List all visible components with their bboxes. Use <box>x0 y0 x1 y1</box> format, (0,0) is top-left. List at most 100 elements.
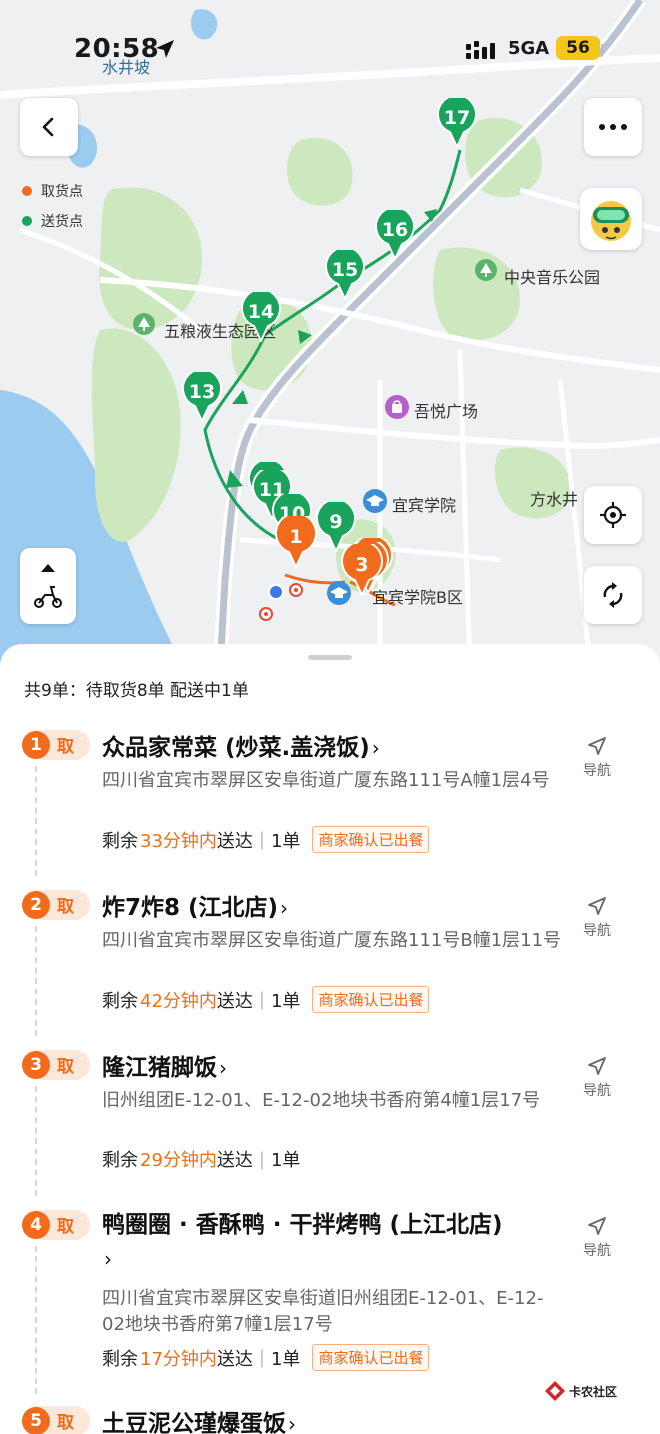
scooter-icon <box>34 586 62 608</box>
order-number: 4 <box>22 1211 50 1239</box>
map-pin-17[interactable]: 17 <box>437 98 477 148</box>
order-list-sheet: 共9单：待取货8单 配送中1单 1 取 众品家常菜 (炒菜.盖浇饭) › 四川省宜… <box>0 644 660 1434</box>
more-button[interactable] <box>584 98 642 156</box>
order-pickup-tag: 取 <box>57 1057 74 1077</box>
map-pin-13[interactable]: 13 <box>182 372 222 422</box>
remaining-time: 29分钟内 <box>140 1150 217 1171</box>
caret-up-icon <box>41 564 55 572</box>
order-count: 1单 <box>270 990 301 1012</box>
order-pickup-tag: 取 <box>57 737 74 757</box>
deliver-label: 送达 <box>216 830 253 852</box>
signal-icon <box>466 41 495 59</box>
navigate-button[interactable]: 导航 <box>578 1056 616 1100</box>
navigate-button[interactable]: 导航 <box>578 736 616 780</box>
order-badge: 3 取 <box>22 1050 90 1080</box>
map-pin-label: 14 <box>248 301 274 323</box>
map-pin-16[interactable]: 16 <box>375 210 415 260</box>
map-pin-label: 16 <box>382 219 408 241</box>
shopping-icon <box>385 395 409 419</box>
school-icon <box>363 489 387 513</box>
navigate-label: 导航 <box>583 1243 611 1259</box>
navigate-button[interactable]: 导航 <box>578 1216 616 1260</box>
meta-separator: | <box>258 1148 265 1170</box>
deliver-label: 送达 <box>216 1150 253 1171</box>
store-name-link[interactable]: 鸭圈圈 · 香酥鸭 · 干拌烤鸭 (上江北店) › <box>102 1208 562 1276</box>
order-count: 1单 <box>270 1150 301 1171</box>
legend-delivery-label: 送货点 <box>41 214 83 230</box>
chevron-right-icon: › <box>104 1247 112 1271</box>
locate-me-button[interactable] <box>584 486 642 544</box>
order-meta: 剩余 29分钟内 送达 | 1单 <box>102 1146 300 1172</box>
back-button[interactable] <box>20 98 78 156</box>
map-pin-label: 9 <box>329 511 342 533</box>
sheet-drag-handle[interactable] <box>308 655 352 660</box>
navigate-button[interactable]: 导航 <box>578 896 616 940</box>
order-number: 1 <box>22 731 50 759</box>
refresh-icon <box>603 582 623 608</box>
map-label-ybu: 宜宾学院 <box>392 496 457 515</box>
navigation-arrow-icon <box>588 1057 606 1075</box>
map-pin-15[interactable]: 15 <box>325 250 365 300</box>
legend-pickup-label: 取货点 <box>41 184 83 200</box>
order-count: 1单 <box>270 830 301 852</box>
navigation-arrow-icon <box>588 737 606 755</box>
status-time: 20:58 <box>74 34 160 64</box>
store-name-link[interactable]: 众品家常菜 (炒菜.盖浇饭) › <box>102 728 380 762</box>
network-type: 5GA <box>508 38 550 59</box>
crosshair-icon <box>600 502 626 528</box>
order-number: 5 <box>22 1407 50 1434</box>
store-name-link[interactable]: 土豆泥公瑾爆蛋饭 › <box>102 1404 296 1434</box>
remain-label: 剩余 <box>102 1348 138 1370</box>
order-meta: 剩余 17分钟内 送达 | 1单 商家确认已出餐 <box>102 1344 430 1371</box>
store-name: 隆江猪脚饭 <box>102 1055 217 1081</box>
map-pin-label: 15 <box>332 259 358 281</box>
order-badge: 2 取 <box>22 890 90 920</box>
map-pin-14[interactable]: 14 <box>241 292 281 342</box>
map-pin-3[interactable]: 3 <box>341 544 383 596</box>
map-label-wuyue: 吾悦广场 <box>414 402 479 421</box>
navigate-label: 导航 <box>583 923 611 939</box>
legend-delivery: 送货点 <box>22 206 83 236</box>
store-name: 土豆泥公瑾爆蛋饭 <box>102 1411 286 1434</box>
order-badge: 1 取 <box>22 730 90 760</box>
order-meta: 剩余 42分钟内 送达 | 1单 商家确认已出餐 <box>102 986 430 1013</box>
deliver-label: 送达 <box>216 1348 253 1370</box>
rider-location-dot <box>268 584 284 600</box>
rider-mode-button[interactable] <box>20 548 76 624</box>
order-meta: 剩余 33分钟内 送达 | 1单 商家确认已出餐 <box>102 826 430 853</box>
meta-separator: | <box>258 1347 265 1368</box>
navigate-label: 导航 <box>583 1083 611 1099</box>
map-pin-label: 13 <box>189 381 215 403</box>
remain-label: 剩余 <box>102 990 138 1012</box>
timeline-connector <box>35 766 37 876</box>
chevron-right-icon: › <box>280 896 289 920</box>
order-number: 3 <box>22 1051 50 1079</box>
remaining-time: 17分钟内 <box>140 1348 217 1370</box>
order-pickup-tag: 取 <box>57 1217 74 1237</box>
map-label-music-park: 中央音乐公园 <box>504 268 601 287</box>
status-bar: 20:58 5GA 56 <box>0 0 660 100</box>
park-icon <box>475 259 497 281</box>
status-badge: 商家确认已出餐 <box>312 986 430 1013</box>
battery-level: 56 <box>556 36 600 60</box>
refresh-route-button[interactable] <box>584 566 642 624</box>
status-badge: 商家确认已出餐 <box>312 826 430 853</box>
map-label-fangshuijing: 方水井 <box>530 490 579 509</box>
meta-separator: | <box>258 989 265 1010</box>
park-icon <box>133 313 155 335</box>
navigation-arrow-icon <box>588 897 606 915</box>
robot-avatar-icon <box>591 201 631 241</box>
store-address: 四川省宜宾市翠屏区安阜街道广厦东路111号B幢1层11号 <box>102 930 562 951</box>
map-pin-1[interactable]: 1 <box>275 516 317 568</box>
navigate-label: 导航 <box>583 763 611 779</box>
store-name-link[interactable]: 炸7炸8 (江北店) › <box>102 888 288 922</box>
kanong-logo-icon <box>545 1381 565 1401</box>
store-name-link[interactable]: 隆江猪脚饭 › <box>102 1048 227 1082</box>
map-view[interactable]: 水井坡 五粮液生态园区 中央音乐公园 吾悦广场 宜宾学院 方水井 宜宾学院B区 … <box>0 0 660 670</box>
battery-tip <box>601 44 604 53</box>
assistant-avatar-button[interactable] <box>580 188 642 250</box>
remain-label: 剩余 <box>102 830 138 852</box>
legend-pickup: 取货点 <box>22 176 83 206</box>
deliver-label: 送达 <box>216 990 253 1012</box>
timeline-connector <box>35 1246 37 1394</box>
